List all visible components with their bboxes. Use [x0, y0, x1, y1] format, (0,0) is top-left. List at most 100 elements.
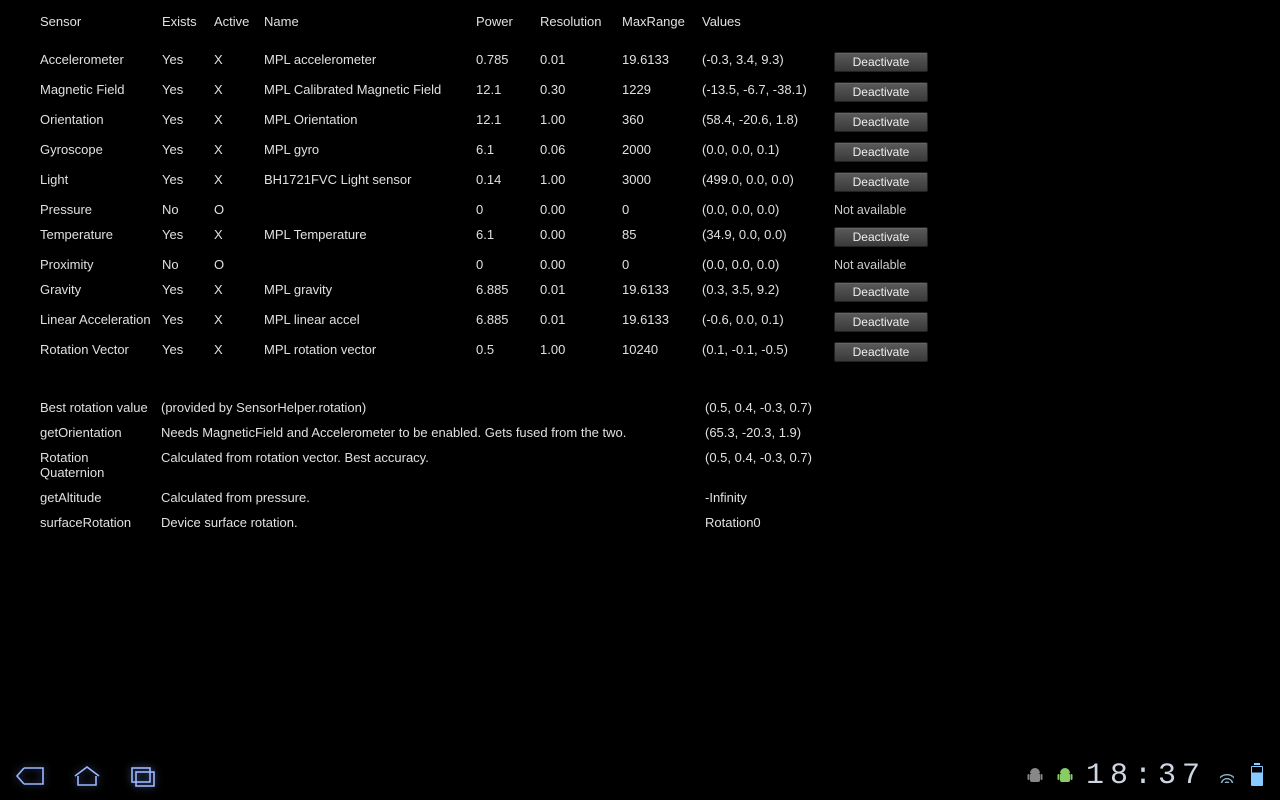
- table-row: ProximityNoO00.000(0.0, 0.0, 0.0)Not ava…: [40, 252, 937, 277]
- cell-power: 6.1: [476, 222, 540, 252]
- cell-resolution: 0.00: [540, 222, 622, 252]
- recent-apps-button[interactable]: [126, 763, 160, 789]
- cell-active: X: [214, 47, 264, 77]
- table-row: AccelerometerYesXMPL accelerometer0.7850…: [40, 47, 937, 77]
- cell-values: (0.3, 3.5, 9.2): [702, 277, 834, 307]
- cell-maxrange: 360: [622, 107, 702, 137]
- cell-resolution: 1.00: [540, 107, 622, 137]
- derived-row: surfaceRotationDevice surface rotation.R…: [40, 510, 883, 535]
- cell-maxrange: 19.6133: [622, 47, 702, 77]
- cell-maxrange: 1229: [622, 77, 702, 107]
- cell-name: MPL gyro: [264, 137, 476, 167]
- cell-values: (499.0, 0.0, 0.0): [702, 167, 834, 197]
- deactivate-button[interactable]: Deactivate: [834, 227, 928, 247]
- cell-sensor: Accelerometer: [40, 47, 162, 77]
- derived-row: getOrientationNeeds MagneticField and Ac…: [40, 420, 883, 445]
- header-resolution: Resolution: [540, 10, 622, 47]
- cell-sensor: Proximity: [40, 252, 162, 277]
- cell-active: O: [214, 252, 264, 277]
- cell-exists: Yes: [162, 307, 214, 337]
- home-button[interactable]: [70, 763, 104, 789]
- derived-value: (0.5, 0.4, -0.3, 0.7): [705, 395, 883, 420]
- cell-active: X: [214, 107, 264, 137]
- cell-values: (0.0, 0.0, 0.0): [702, 252, 834, 277]
- derived-row: Best rotation value(provided by SensorHe…: [40, 395, 883, 420]
- cell-active: X: [214, 307, 264, 337]
- cell-resolution: 0.30: [540, 77, 622, 107]
- cell-values: (-13.5, -6.7, -38.1): [702, 77, 834, 107]
- derived-label: surfaceRotation: [40, 510, 161, 535]
- cell-sensor: Linear Acceleration: [40, 307, 162, 337]
- derived-values-block: Best rotation value(provided by SensorHe…: [40, 395, 1260, 535]
- cell-power: 0.5: [476, 337, 540, 367]
- cell-exists: Yes: [162, 47, 214, 77]
- header-active: Active: [214, 10, 264, 47]
- cell-resolution: 1.00: [540, 167, 622, 197]
- table-row: GyroscopeYesXMPL gyro6.10.062000(0.0, 0.…: [40, 137, 937, 167]
- derived-row: Rotation QuaternionCalculated from rotat…: [40, 445, 883, 485]
- derived-value: Rotation0: [705, 510, 883, 535]
- cell-resolution: 0.06: [540, 137, 622, 167]
- deactivate-button[interactable]: Deactivate: [834, 52, 928, 72]
- cell-sensor: Gravity: [40, 277, 162, 307]
- table-row: Rotation VectorYesXMPL rotation vector0.…: [40, 337, 937, 367]
- back-button[interactable]: [14, 763, 48, 789]
- deactivate-button[interactable]: Deactivate: [834, 282, 928, 302]
- cell-exists: Yes: [162, 277, 214, 307]
- cell-power: 12.1: [476, 77, 540, 107]
- cell-values: (0.0, 0.0, 0.1): [702, 137, 834, 167]
- cell-active: X: [214, 167, 264, 197]
- derived-table: Best rotation value(provided by SensorHe…: [40, 395, 883, 535]
- cell-exists: No: [162, 197, 214, 222]
- status-clock[interactable]: 18:37: [1086, 759, 1206, 793]
- cell-sensor: Orientation: [40, 107, 162, 137]
- cell-sensor: Light: [40, 167, 162, 197]
- derived-description: (provided by SensorHelper.rotation): [161, 395, 705, 420]
- cell-power: 0: [476, 252, 540, 277]
- cell-sensor: Magnetic Field: [40, 77, 162, 107]
- cell-active: X: [214, 77, 264, 107]
- cell-active: O: [214, 197, 264, 222]
- derived-label: getOrientation: [40, 420, 161, 445]
- cell-power: 6.885: [476, 277, 540, 307]
- not-available-label: Not available: [834, 203, 906, 217]
- cell-power: 0.14: [476, 167, 540, 197]
- cell-name: MPL rotation vector: [264, 337, 476, 367]
- table-row: TemperatureYesXMPL Temperature6.10.0085(…: [40, 222, 937, 252]
- cell-values: (58.4, -20.6, 1.8): [702, 107, 834, 137]
- header-power: Power: [476, 10, 540, 47]
- battery-icon: [1248, 767, 1266, 785]
- deactivate-button[interactable]: Deactivate: [834, 172, 928, 192]
- derived-value: (0.5, 0.4, -0.3, 0.7): [705, 445, 883, 485]
- wifi-icon: [1218, 767, 1236, 785]
- deactivate-button[interactable]: Deactivate: [834, 82, 928, 102]
- derived-label: getAltitude: [40, 485, 161, 510]
- sensor-table: Sensor Exists Active Name Power Resoluti…: [40, 10, 937, 367]
- cell-name: MPL Calibrated Magnetic Field: [264, 77, 476, 107]
- cell-active: X: [214, 277, 264, 307]
- cell-exists: Yes: [162, 137, 214, 167]
- cell-sensor: Rotation Vector: [40, 337, 162, 367]
- table-row: GravityYesXMPL gravity6.8850.0119.6133(0…: [40, 277, 937, 307]
- cell-values: (0.1, -0.1, -0.5): [702, 337, 834, 367]
- cell-values: (-0.6, 0.0, 0.1): [702, 307, 834, 337]
- deactivate-button[interactable]: Deactivate: [834, 312, 928, 332]
- cell-name: [264, 252, 476, 277]
- cell-power: 6.1: [476, 137, 540, 167]
- cell-maxrange: 19.6133: [622, 307, 702, 337]
- cell-sensor: Gyroscope: [40, 137, 162, 167]
- cell-values: (-0.3, 3.4, 9.3): [702, 47, 834, 77]
- header-sensor: Sensor: [40, 10, 162, 47]
- derived-description: Calculated from pressure.: [161, 485, 705, 510]
- cell-name: MPL gravity: [264, 277, 476, 307]
- cell-resolution: 0.01: [540, 307, 622, 337]
- cell-active: X: [214, 337, 264, 367]
- cell-name: BH1721FVC Light sensor: [264, 167, 476, 197]
- derived-value: -Infinity: [705, 485, 883, 510]
- android-icon: [1056, 767, 1074, 785]
- deactivate-button[interactable]: Deactivate: [834, 342, 928, 362]
- cell-power: 12.1: [476, 107, 540, 137]
- deactivate-button[interactable]: Deactivate: [834, 142, 928, 162]
- cell-power: 6.885: [476, 307, 540, 337]
- deactivate-button[interactable]: Deactivate: [834, 112, 928, 132]
